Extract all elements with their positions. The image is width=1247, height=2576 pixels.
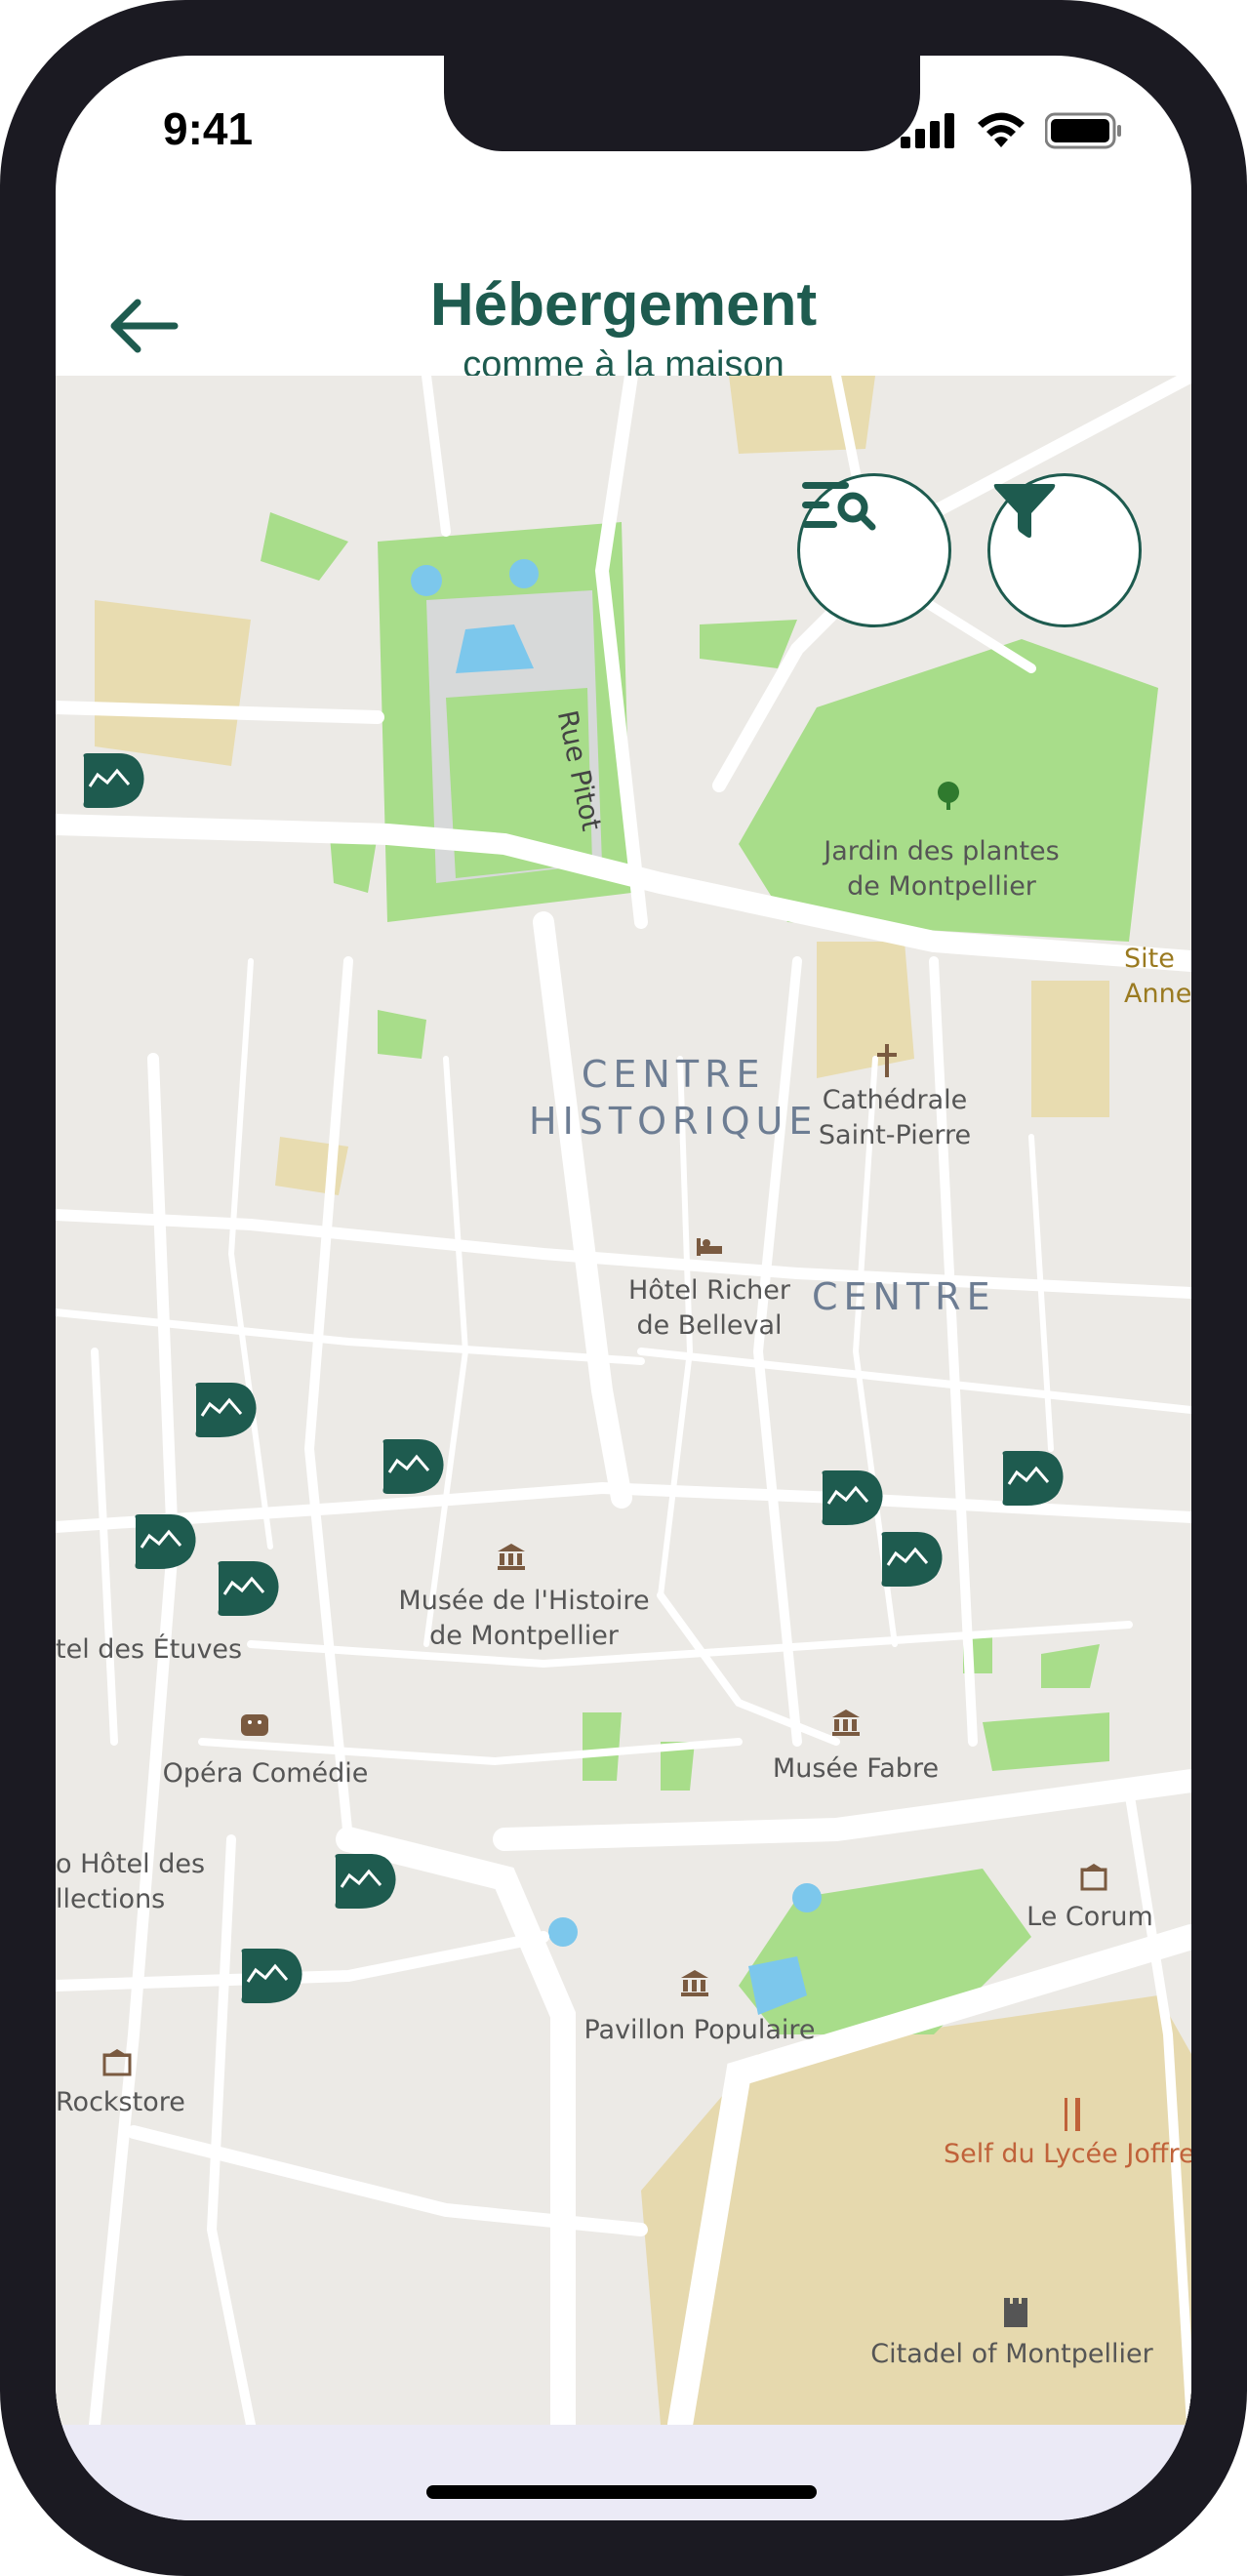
- wifi-icon: [978, 112, 1025, 147]
- status-time: 9:41: [163, 103, 254, 154]
- bottom-bar: [56, 2425, 1191, 2520]
- accommodation-marker-icon[interactable]: [819, 1469, 887, 1527]
- church-icon: [877, 1044, 897, 1077]
- district-label-centre-historique: CENTRE HISTORIQUE: [529, 1053, 819, 1143]
- hotel-icon: [697, 1238, 722, 1256]
- theater-icon: [241, 1714, 268, 1736]
- screen: 9:41 Hébergement comme à la maison CENTR…: [56, 56, 1191, 2520]
- accommodation-marker-icon[interactable]: [192, 1381, 261, 1439]
- place-opera-comedie: Opéra Comédie: [162, 1758, 369, 1789]
- place-hotel-etuves: tel des Étuves: [56, 1634, 243, 1665]
- place-citadel: Citadel of Montpellier: [870, 2339, 1153, 2369]
- accommodation-marker-icon[interactable]: [999, 1449, 1067, 1508]
- accommodation-marker-icon[interactable]: [238, 1947, 306, 2005]
- restaurant-icon: [1065, 2098, 1080, 2131]
- phone-frame: 9:41 Hébergement comme à la maison CENTR…: [0, 0, 1247, 2576]
- filter-icon: [993, 484, 1056, 539]
- pavillon-icon: [681, 1970, 708, 1996]
- place-rockstore: Rockstore: [56, 2087, 185, 2117]
- accommodation-marker-icon[interactable]: [878, 1530, 946, 1589]
- place-cathedrale: Cathédrale Saint-Pierre: [818, 1085, 972, 1150]
- battery-icon: [1045, 112, 1121, 149]
- place-pavillon-populaire: Pavillon Populaire: [583, 2015, 816, 2045]
- accommodation-marker-icon[interactable]: [80, 751, 148, 810]
- accommodation-marker-icon[interactable]: [332, 1852, 400, 1911]
- place-le-corum: Le Corum: [1026, 1902, 1153, 1932]
- place-self-lycee: Self du Lycée Joffre: [944, 2139, 1191, 2169]
- corum-icon: [1080, 1864, 1107, 1891]
- place-hotel-richer: Hôtel Richer de Belleval: [627, 1275, 791, 1341]
- home-indicator[interactable]: [426, 2485, 817, 2499]
- status-icons: [901, 112, 1123, 149]
- castle-icon: [1004, 2298, 1027, 2327]
- list-search-button[interactable]: [797, 473, 951, 627]
- museum-fabre-icon: [832, 1710, 860, 1736]
- accommodation-marker-icon[interactable]: [215, 1559, 283, 1618]
- place-musee-histoire: Musée de l'Histoire de Montpellier: [398, 1586, 650, 1651]
- tree-icon: [938, 782, 959, 810]
- accommodation-marker-icon[interactable]: [380, 1437, 448, 1496]
- place-hotel-collections: o Hôtel des llections: [56, 1849, 206, 1914]
- place-musee-fabre: Musée Fabre: [772, 1753, 940, 1784]
- place-jardin-des-plantes: Jardin des plantes de Montpellier: [824, 836, 1060, 902]
- page-title: Hébergement: [429, 271, 818, 339]
- district-label-centre: CENTRE: [812, 1275, 996, 1318]
- accommodation-marker-icon[interactable]: [132, 1512, 200, 1571]
- rockstore-icon: [102, 2049, 132, 2076]
- place-site-anne: Site Anne: [1124, 944, 1191, 1009]
- list-search-icon: [802, 482, 876, 531]
- notch: [444, 56, 920, 151]
- map-view[interactable]: CENTRE HISTORIQUE CENTRE Rue Pitot Jardi…: [56, 376, 1191, 2425]
- filter-button[interactable]: [987, 473, 1142, 627]
- museum-icon: [498, 1544, 525, 1570]
